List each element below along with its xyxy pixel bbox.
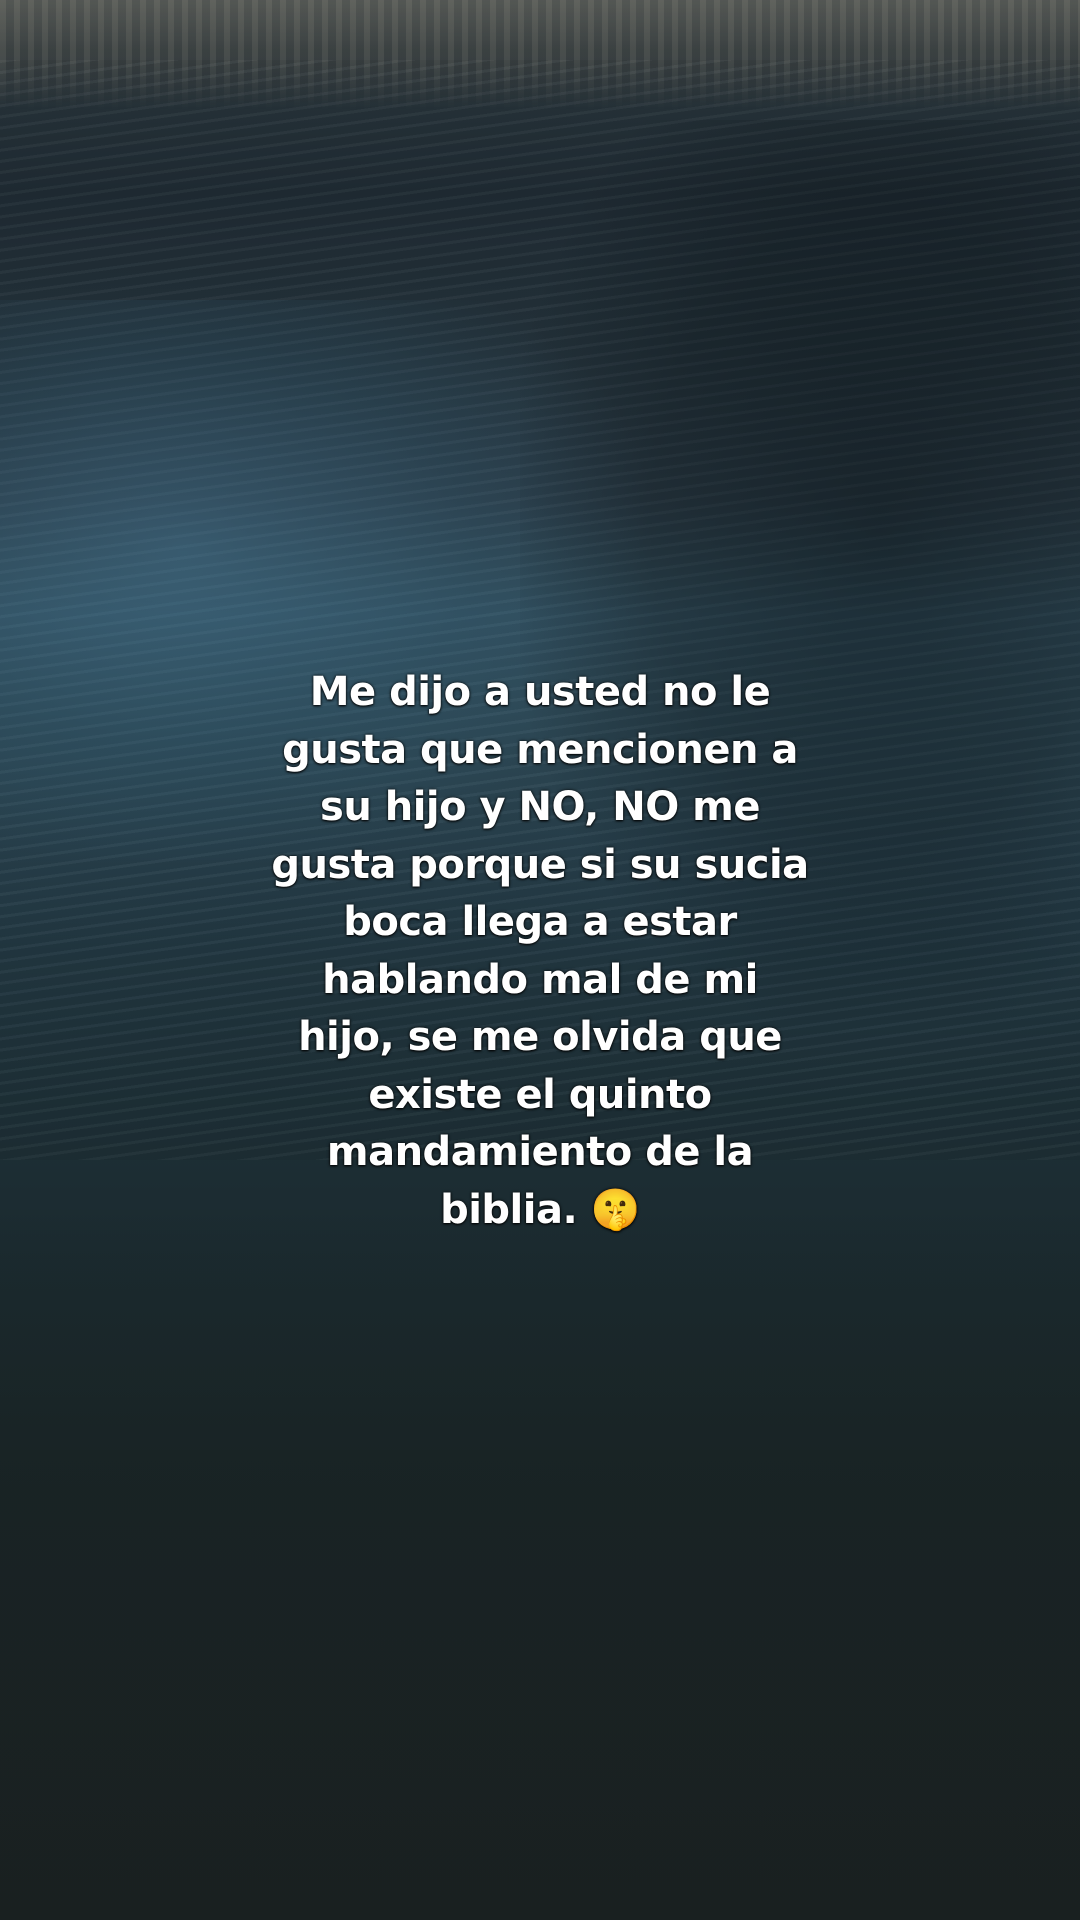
background-photo: Me dijo a usted no le gusta que mencione… [0, 0, 1080, 1920]
overlay-caption: Me dijo a usted no le gusta que mencione… [271, 669, 809, 1233]
bottom-shade [0, 1200, 1080, 1920]
